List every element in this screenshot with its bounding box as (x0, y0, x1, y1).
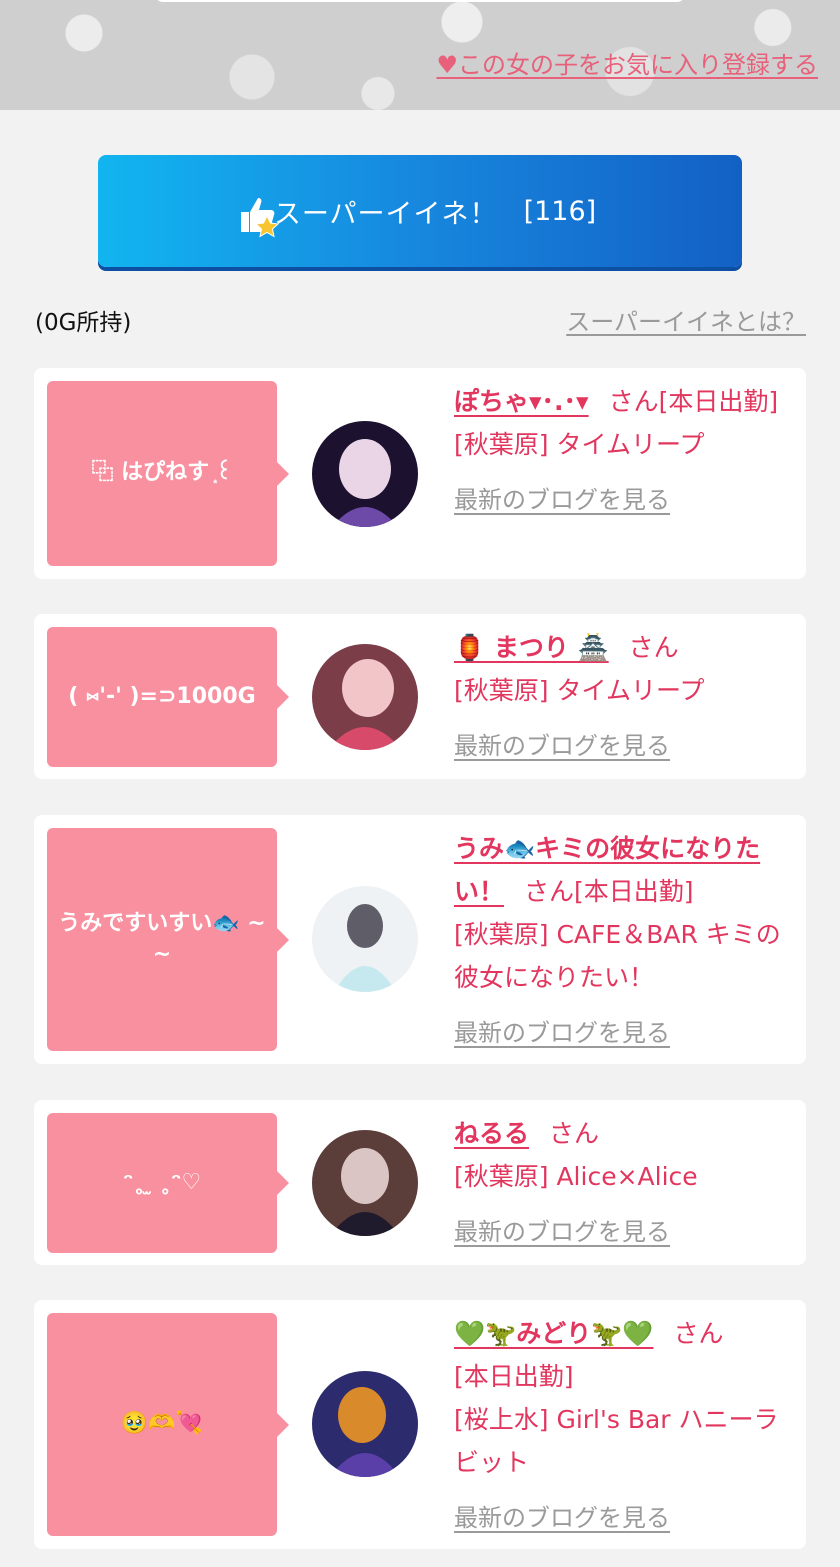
super-like-entry: うみですいすい🐟 ~ ~ うみ🐟キミの彼女になりたい！ さん[本日出勤] [秋葉原… (34, 815, 806, 1064)
entry-info: ぽちゃ▾･.･▾ さん[本日出勤] [秋葉原] タイムリープ 最新のブログを見る (454, 380, 794, 522)
girl-name-link[interactable]: ねるる (454, 1119, 529, 1148)
avatar[interactable] (312, 886, 418, 992)
super-like-button[interactable]: スーパーイイネ！ [116] (98, 155, 742, 267)
latest-blog-link[interactable]: 最新のブログを見る (454, 1218, 670, 1246)
super-like-entry: 🥹🫶💘 💚🦖みどり🦖💚 さん [本日出勤] [桜上水] Girl's Bar ハニ… (34, 1300, 806, 1549)
super-like-entry: ( ⑅'-' )=⊃1000G 🏮 まつり 🏯 さん [秋葉原] タイムリープ 最… (34, 614, 806, 779)
about-super-like-link[interactable]: スーパーイイネとは？ (566, 302, 806, 337)
shop-info: [秋葉原] タイムリープ (454, 676, 705, 705)
girl-name-link[interactable]: ぽちゃ▾･.･▾ (454, 387, 589, 416)
honorific: さん (524, 877, 575, 906)
thumbs-up-star-icon (241, 198, 280, 238)
message-bubble: ᵔ˳ ̫ ˳ᵔ♡ (47, 1113, 289, 1253)
today-working-badge: [本日出勤] (454, 1362, 574, 1391)
super-like-entry: ⿻ はぴねす ͙꒰ ぽちゃ▾･.･▾ さん[本日出勤] [秋葉原] タイムリープ … (34, 368, 806, 579)
owned-points: (0G所持) (35, 310, 132, 336)
message-bubble: 🥹🫶💘 (47, 1313, 289, 1536)
super-like-label: スーパーイイネ！ (273, 198, 498, 230)
honorific: さん (628, 633, 679, 662)
message-bubble: ⿻ はぴねす ͙꒰ (47, 381, 289, 566)
add-favorite-link[interactable]: ♥この女の子をお気に入り登録する (436, 45, 818, 80)
header-panel-edge (155, 0, 685, 2)
today-working-badge: [本日出勤] (658, 387, 779, 416)
super-like-count: [116] (523, 195, 597, 227)
entry-info: うみ🐟キミの彼女になりたい！ さん[本日出勤] [秋葉原] CAFE＆BAR キミ… (454, 827, 794, 1055)
super-like-entry: ᵔ˳ ̫ ˳ᵔ♡ ねるる さん [秋葉原] Alice×Alice 最新のブログを… (34, 1100, 806, 1265)
honorific: さん (549, 1119, 600, 1148)
avatar[interactable] (312, 421, 418, 527)
message-bubble: ( ⑅'-' )=⊃1000G (47, 627, 289, 767)
message-bubble: うみですいすい🐟 ~ ~ (47, 828, 289, 1051)
entry-info: 💚🦖みどり🦖💚 さん [本日出勤] [桜上水] Girl's Bar ハニーラビッ… (454, 1312, 794, 1540)
honorific: さん (673, 1319, 724, 1348)
shop-info: [秋葉原] タイムリープ (454, 430, 705, 459)
latest-blog-link[interactable]: 最新のブログを見る (454, 1019, 670, 1047)
entry-info: 🏮 まつり 🏯 さん [秋葉原] タイムリープ 最新のブログを見る (454, 626, 794, 768)
profile-header-background: ♥この女の子をお気に入り登録する (0, 0, 840, 110)
shop-info: [桜上水] Girl's Bar ハニーラビット (454, 1405, 779, 1477)
entry-info: ねるる さん [秋葉原] Alice×Alice 最新のブログを見る (454, 1112, 794, 1254)
avatar[interactable] (312, 644, 418, 750)
shop-info: [秋葉原] Alice×Alice (454, 1162, 698, 1191)
latest-blog-link[interactable]: 最新のブログを見る (454, 486, 670, 514)
girl-name-link[interactable]: 💚🦖みどり🦖💚 (454, 1319, 654, 1348)
honorific: さん (608, 387, 659, 416)
today-working-badge: [本日出勤] (574, 877, 694, 906)
avatar[interactable] (312, 1130, 418, 1236)
girl-name-link[interactable]: 🏮 まつり 🏯 (454, 633, 609, 662)
avatar[interactable] (312, 1371, 418, 1477)
latest-blog-link[interactable]: 最新のブログを見る (454, 1504, 670, 1532)
shop-info: [秋葉原] CAFE＆BAR キミの彼女になりたい！ (454, 920, 781, 992)
latest-blog-link[interactable]: 最新のブログを見る (454, 732, 670, 760)
